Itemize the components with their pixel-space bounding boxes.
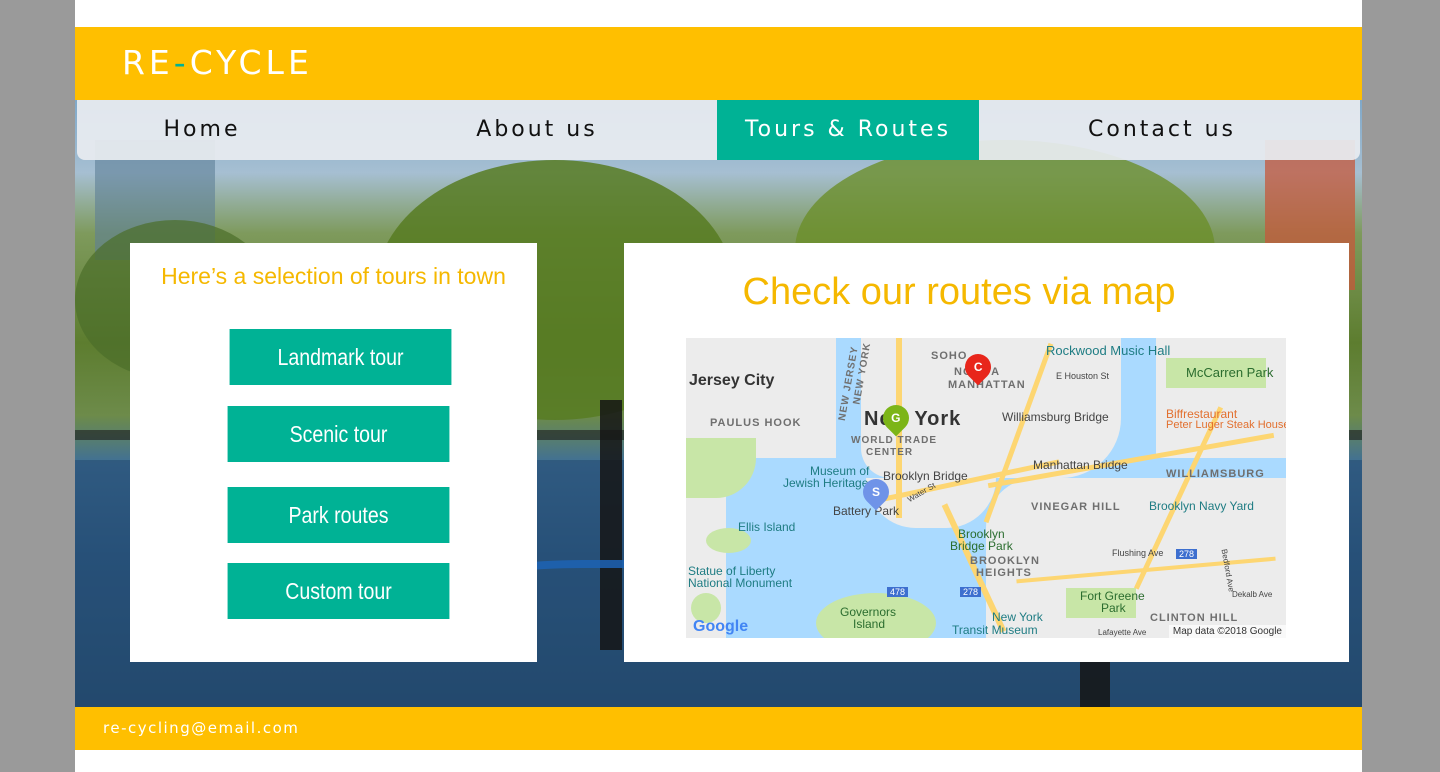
- footer-bar: re-cycling@email.com: [75, 707, 1362, 750]
- map-label-governors-2: Island: [853, 617, 886, 631]
- nav-item-home[interactable]: Home: [77, 100, 327, 160]
- map-label-mccarren: McCarren Park: [1186, 365, 1274, 380]
- map-label-vinegar-hill: VINEGAR HILL: [1031, 501, 1121, 513]
- tours-title: Here’s a selection of tours in town: [161, 263, 506, 289]
- map-label-brooklyn-heights-2: HEIGHTS: [976, 567, 1032, 579]
- map-label-wtc-center: CENTER: [866, 447, 914, 458]
- map-label-transit: New York: [992, 610, 1043, 624]
- map-panel: Check our routes via map Jersey City PAU…: [624, 243, 1349, 662]
- map-route-shield-278: 278: [960, 587, 982, 597]
- map-park: [686, 438, 756, 498]
- map-label-bb-park-2: Bridge Park: [950, 539, 1013, 553]
- map-label-new-york: New York: [864, 408, 962, 430]
- scenic-tour-button[interactable]: Scenic tour: [227, 406, 450, 462]
- map-label-brooklyn-bridge: Brooklyn Bridge: [883, 469, 968, 483]
- map-label-paulus-hook: PAULUS HOOK: [710, 417, 802, 429]
- nav-item-tours-routes[interactable]: Tours & Routes: [717, 100, 979, 160]
- map-route-shield-278: 278: [1176, 549, 1198, 559]
- map-label-rockwood: Rockwood Music Hall: [1046, 343, 1171, 358]
- logo-dash: -: [173, 43, 190, 82]
- site-logo[interactable]: RE-CYCLE: [122, 43, 313, 82]
- map-label-fort-greene-2: Park: [1101, 601, 1126, 615]
- map-attribution[interactable]: Map data ©2018 Google: [1168, 625, 1286, 638]
- map-label-transit-2: Transit Museum: [952, 623, 1038, 637]
- main-nav: Home About us Tours & Routes Contact us: [77, 100, 1360, 160]
- map-label-peter-luger: Peter Luger Steak House: [1166, 419, 1286, 431]
- map-label-williamsburg: WILLIAMSBURG: [1166, 468, 1265, 480]
- map-label-liberty-2: National Monument: [688, 576, 793, 590]
- map-label-ellis-island: Ellis Island: [738, 520, 796, 534]
- logo-text-left: RE: [122, 43, 174, 82]
- map-label-jersey-city: Jersey City: [689, 372, 775, 389]
- map-label-manhattan-bridge: Manhattan Bridge: [1033, 458, 1128, 472]
- map-label-jewish-heritage: Jewish Heritage: [783, 476, 869, 490]
- map-label-soho: SOHO: [931, 350, 968, 362]
- nav-item-about-us[interactable]: About us: [407, 100, 667, 160]
- nav-item-contact-us[interactable]: Contact us: [1032, 100, 1292, 160]
- footer-email[interactable]: re-cycling@email.com: [103, 719, 299, 737]
- map-label-houston: E Houston St: [1056, 371, 1110, 381]
- map-label-clinton-hill: CLINTON HILL: [1150, 612, 1239, 624]
- logo-text-right: CYCLE: [189, 43, 313, 82]
- map-label-brooklyn-heights: BROOKLYN: [970, 555, 1040, 567]
- header-bar: RE-CYCLE: [75, 27, 1362, 100]
- map-label-dekalb: Dekalb Ave: [1232, 590, 1273, 599]
- map-label-brooklyn-navy-yard: Brooklyn Navy Yard: [1149, 499, 1254, 513]
- landmark-tour-button[interactable]: Landmark tour: [229, 329, 452, 385]
- route-map[interactable]: Jersey City PAULUS HOOK NEW JERSEY NEW Y…: [686, 338, 1286, 638]
- custom-tour-button[interactable]: Custom tour: [227, 563, 450, 619]
- map-label-battery-park: Battery Park: [833, 504, 900, 518]
- google-logo[interactable]: Google: [693, 618, 748, 636]
- map-land-brooklyn: [1156, 338, 1286, 458]
- map-label-lafayette: Lafayette Ave: [1098, 628, 1147, 637]
- map-label-wtc: WORLD TRADE: [851, 435, 937, 446]
- map-label-williamsburg-bridge: Williamsburg Bridge: [1002, 410, 1109, 424]
- map-route-shield-478: 478: [887, 587, 909, 597]
- tours-panel: Here’s a selection of tours in town Land…: [130, 243, 537, 662]
- park-routes-button[interactable]: Park routes: [227, 487, 450, 543]
- map-label-manhattan: MANHATTAN: [948, 379, 1026, 391]
- map-label-flushing: Flushing Ave: [1112, 548, 1164, 558]
- page: RE-CYCLE Home About us Tours & Routes Co…: [75, 0, 1362, 772]
- map-title: Check our routes via map: [742, 271, 1176, 313]
